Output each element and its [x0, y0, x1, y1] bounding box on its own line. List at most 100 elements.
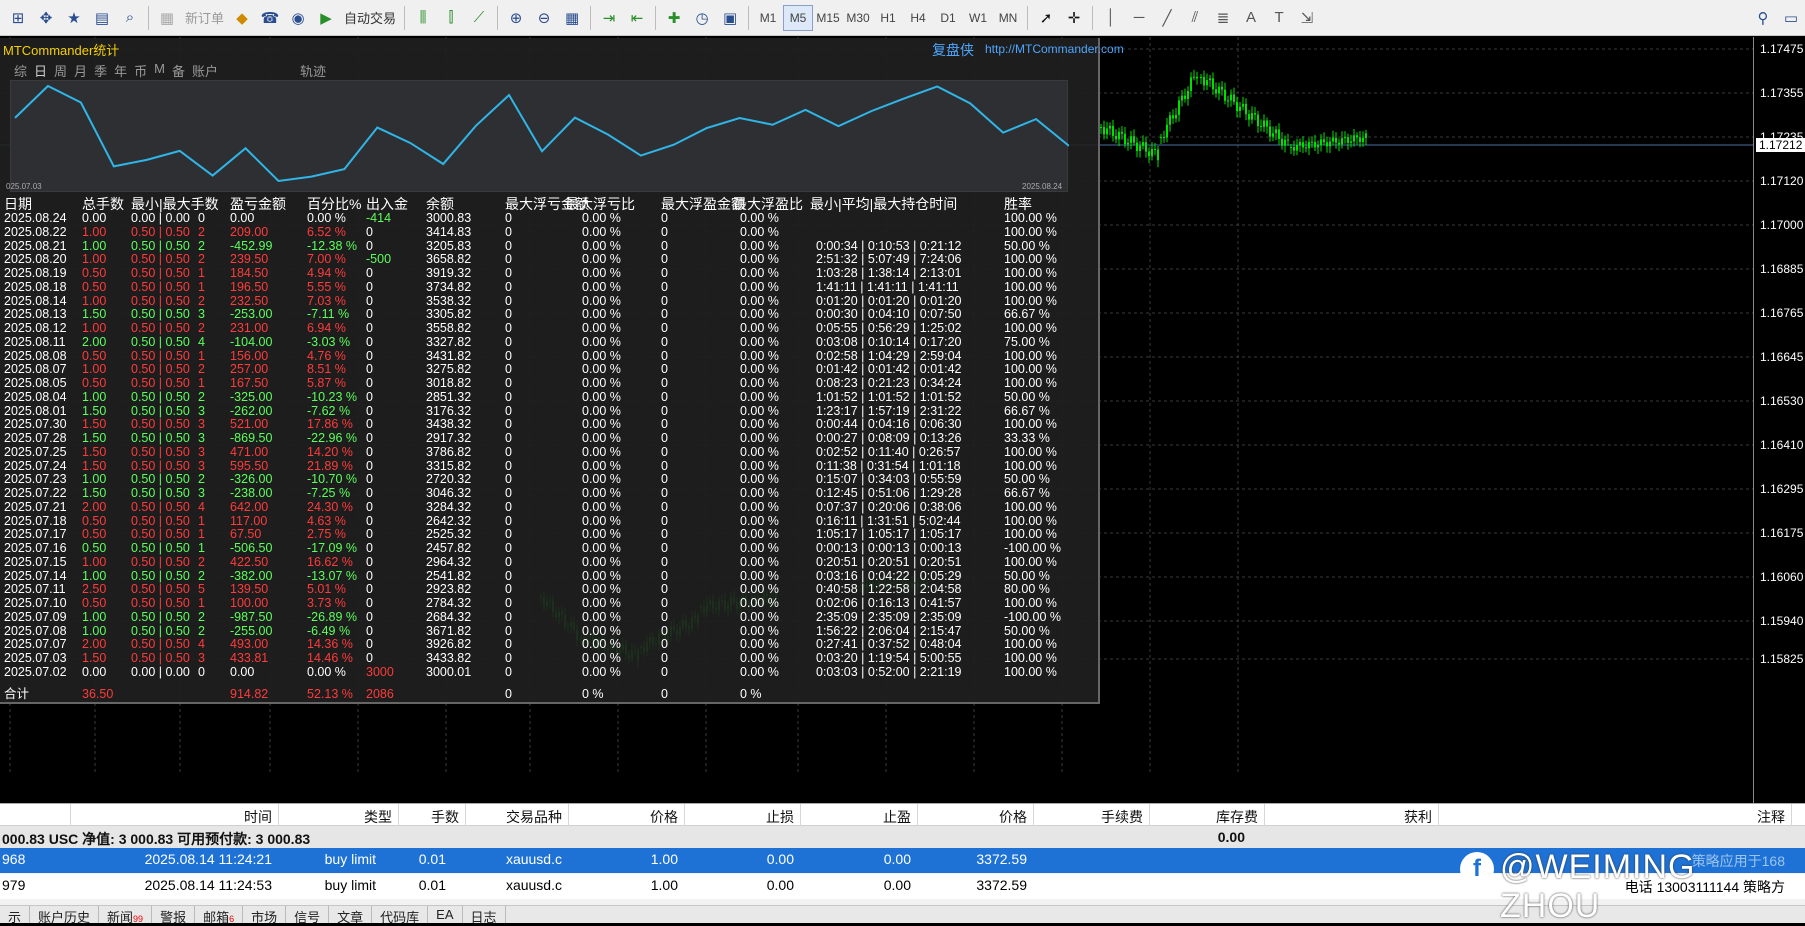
toolbox-tab-3[interactable]: 警报: [152, 906, 196, 925]
toolbox-tab-8[interactable]: 代码库: [372, 906, 429, 925]
stats-cell: 4: [198, 499, 205, 514]
toolbox-tab-4[interactable]: 邮箱6: [195, 906, 244, 925]
zoom-out-icon[interactable]: ⊖: [531, 5, 557, 31]
stats-cell: 0.00 %: [582, 444, 621, 459]
vertical-line-icon[interactable]: │: [1098, 5, 1124, 31]
stats-cell: 0.00 %: [740, 444, 779, 459]
stats-cell: 2: [198, 623, 205, 638]
stats-cell: 2025.08.08: [4, 348, 67, 363]
indicators-icon[interactable]: ✚: [661, 5, 687, 31]
tab-period-9[interactable]: 账户: [192, 61, 218, 81]
tab-period-0[interactable]: 综: [14, 61, 27, 81]
total-b: 0 %: [582, 687, 604, 701]
periods-icon[interactable]: ◷: [689, 5, 715, 31]
arrows-icon[interactable]: ⇲: [1294, 5, 1320, 31]
stats-cell: 2025.08.18: [4, 279, 67, 294]
zoom-in-icon[interactable]: ⊕: [503, 5, 529, 31]
stats-cell: 0: [505, 403, 512, 418]
stats-cell: 0:00:13 | 0:00:13 | 0:00:13: [816, 541, 962, 555]
signals-icon[interactable]: ◉: [285, 5, 311, 31]
stats-cell: 232.50: [230, 293, 269, 308]
stats-cell: 642.00: [230, 499, 269, 514]
stats-cell: 0:00:27 | 0:08:09 | 0:13:26: [816, 431, 962, 445]
order-price: 1.00: [650, 877, 678, 893]
stats-cell: 0.00 %: [582, 321, 621, 335]
tile-windows-icon[interactable]: ▦: [559, 5, 585, 31]
site-url-link[interactable]: http://MTCommander.com: [985, 42, 1124, 56]
toolbox-tab-5[interactable]: 市场: [243, 906, 287, 925]
timeframe-h1[interactable]: H1: [873, 5, 903, 31]
tab-period-4[interactable]: 季: [94, 61, 107, 81]
tab-period-7[interactable]: M: [154, 61, 165, 81]
fibonacci-icon[interactable]: ≣: [1210, 5, 1236, 31]
stats-cell: 0: [661, 334, 668, 349]
new-order-button[interactable]: 新订单: [181, 5, 228, 31]
stats-cell: 0.00 %: [740, 499, 779, 514]
channel-icon[interactable]: ⫽: [1182, 5, 1208, 31]
navigator-icon[interactable]: ⌕: [117, 5, 143, 31]
tab-period-5[interactable]: 年: [114, 61, 127, 81]
text-label-icon[interactable]: T: [1266, 5, 1292, 31]
new-order-icon[interactable]: ▦: [154, 5, 180, 31]
stats-cell: 0.00 %: [740, 417, 779, 432]
timeframe-mn[interactable]: MN: [993, 5, 1023, 31]
strategy-tester-icon[interactable]: ◆: [229, 5, 255, 31]
account-summary-row: 000.83 USC 净值: 3 000.83 可用预付款: 3 000.83 …: [0, 826, 1805, 848]
market-watch-icon[interactable]: ▤: [89, 5, 115, 31]
timeframe-h4[interactable]: H4: [903, 5, 933, 31]
stats-cell: 139.50: [230, 582, 269, 597]
timeframe-m30[interactable]: M30: [843, 5, 873, 31]
trendline-icon[interactable]: ╱: [1154, 5, 1180, 31]
price-label: 1.16645: [1760, 350, 1804, 364]
stats-cell: 0: [505, 293, 512, 308]
favorites-icon[interactable]: ★: [61, 5, 87, 31]
horizontal-line-icon[interactable]: ─: [1126, 5, 1152, 31]
chart-shift-icon[interactable]: ⇥: [596, 5, 622, 31]
crosshair-move-icon[interactable]: ✥: [33, 5, 59, 31]
timeframe-m15[interactable]: M15: [813, 5, 843, 31]
stats-cell: 0: [366, 499, 373, 514]
stats-cell: 0.00 %: [582, 389, 621, 404]
toolbox-tab-10[interactable]: 日志: [463, 906, 506, 925]
candlestick-icon[interactable]: ⫿: [438, 5, 464, 31]
stats-cell: 2720.32: [426, 472, 472, 487]
orders-table-header: 时间 类型 手数 交易品种 价格 止损 止盈 价格 手续费 库存费 获利 注释: [0, 804, 1805, 826]
tab-period-6[interactable]: 币: [134, 61, 147, 81]
cursor-icon[interactable]: ➚: [1033, 5, 1059, 31]
stats-cell: 2025.07.21: [4, 499, 67, 514]
tab-period-2[interactable]: 周: [54, 61, 67, 81]
timeframe-d1[interactable]: D1: [933, 5, 963, 31]
line-chart-icon[interactable]: ⟋: [466, 5, 492, 31]
tab-track[interactable]: 轨迹: [300, 61, 326, 80]
timeframe-m5[interactable]: M5: [783, 4, 814, 31]
toolbox-tab-1[interactable]: 账户历史: [30, 906, 100, 925]
toolbox-tab-7[interactable]: 文章: [329, 906, 373, 925]
tab-period-1[interactable]: 日: [34, 61, 48, 81]
timeframe-w1[interactable]: W1: [963, 5, 993, 31]
stats-cell: 0.00 %: [740, 334, 779, 349]
chat-icon[interactable]: ▭: [1778, 5, 1804, 31]
stats-cell: 0: [661, 279, 668, 294]
bar-chart-icon[interactable]: ⫼: [410, 5, 436, 31]
tab-period-3[interactable]: 月: [74, 61, 87, 81]
toolbox-tab-2[interactable]: 新闻99: [99, 906, 153, 925]
stats-cell: 0.50 | 0.50: [131, 637, 190, 652]
stats-row: 2025.07.11 2.50 0.50 | 0.50 5 139.50 5.01 % 0 2…: [0, 582, 1098, 596]
toolbox-tab-9[interactable]: EA: [428, 906, 463, 923]
text-icon[interactable]: A: [1238, 5, 1264, 31]
timeframe-m1[interactable]: M1: [753, 5, 783, 31]
crosshair-icon[interactable]: ✛: [1061, 5, 1087, 31]
auto-trade-button[interactable]: 自动交易: [340, 5, 400, 31]
auto-trade-icon[interactable]: ▶: [313, 5, 339, 31]
search-icon[interactable]: ⚲: [1750, 5, 1776, 31]
toolbox-tab-6[interactable]: 信号: [286, 906, 330, 925]
autoscroll-icon[interactable]: ⇤: [624, 5, 650, 31]
stats-cell: 0: [661, 568, 668, 583]
new-chart-icon[interactable]: ⊞: [5, 5, 31, 31]
tab-period-8[interactable]: 备: [172, 61, 185, 81]
stats-cell: 0.00 %: [582, 637, 621, 652]
stats-cell: 0.00 %: [740, 554, 779, 569]
templates-icon[interactable]: ▣: [717, 5, 743, 31]
toolbox-tab-0[interactable]: 示: [0, 906, 31, 925]
metaeditor-icon[interactable]: ☎: [257, 5, 283, 31]
